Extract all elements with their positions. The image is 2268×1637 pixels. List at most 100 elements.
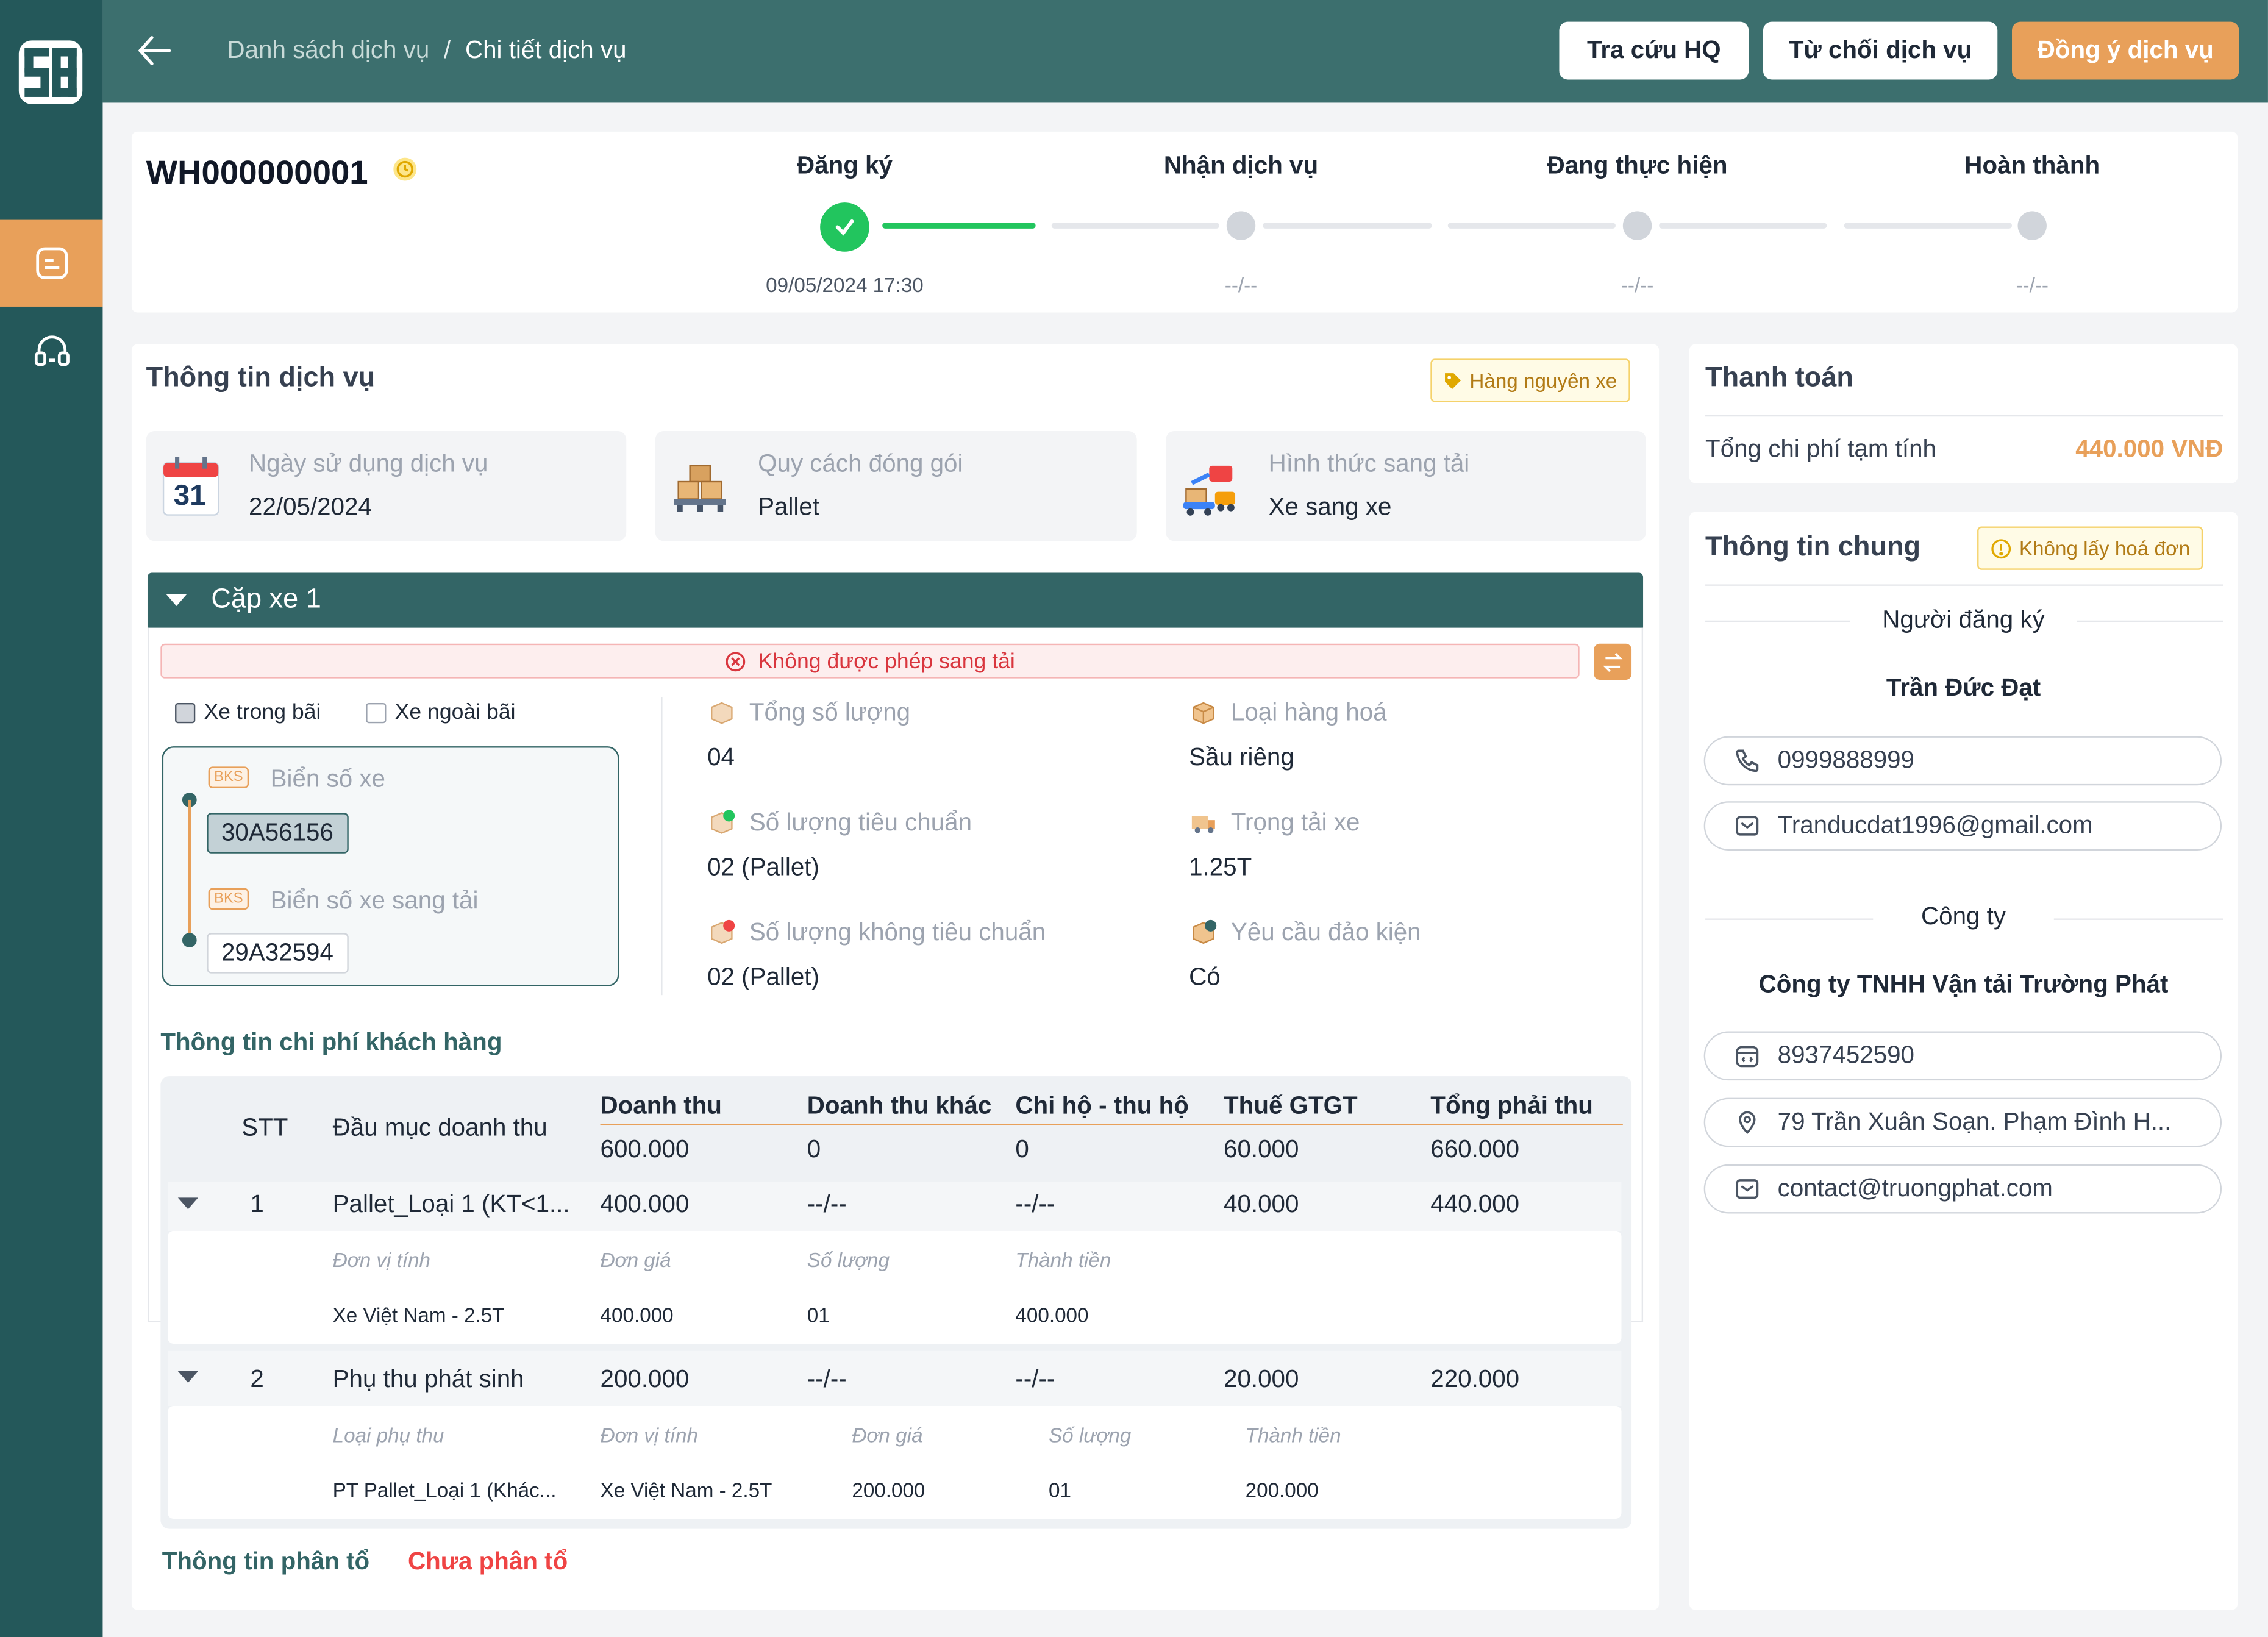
transfer-type-label: Hình thức sang tải bbox=[1268, 449, 1470, 477]
checkbox-in-yard[interactable]: Xe trong bãi bbox=[175, 700, 321, 725]
company-email[interactable]: contact@truongphat.com bbox=[1703, 1164, 2222, 1214]
repack-request-label-text: Yêu cầu đảo kiện bbox=[1230, 918, 1421, 946]
box-swap-icon bbox=[1189, 918, 1218, 947]
service-info-title: Thông tin dịch vụ bbox=[146, 363, 376, 394]
step-date-registered: 09/05/2024 17:30 bbox=[766, 273, 924, 297]
row-1-stt: 1 bbox=[250, 1190, 264, 1218]
registrant-phone[interactable]: 0999888999 bbox=[1703, 736, 2222, 786]
total-quantity-label-text: Tổng số lượng bbox=[749, 698, 911, 726]
plate-label: Biển số xe bbox=[270, 765, 385, 793]
bks-badge: BKS bbox=[208, 888, 249, 910]
packaging-label: Quy cách đóng gói bbox=[758, 449, 963, 477]
breadcrumb-parent[interactable]: Danh sách dịch vụ bbox=[227, 36, 429, 63]
swap-button[interactable] bbox=[1594, 643, 1632, 680]
registrant-phone-text: 0999888999 bbox=[1777, 746, 1914, 774]
payment-total-value: 440.000 VNĐ bbox=[2075, 435, 2223, 463]
reject-service-button[interactable]: Từ chối dịch vụ bbox=[1763, 21, 1998, 80]
col-total: Tổng phải thu bbox=[1430, 1092, 1593, 1120]
step-dot bbox=[1226, 211, 1256, 240]
checkbox-out-yard-box[interactable] bbox=[366, 702, 387, 723]
back-button[interactable] bbox=[135, 29, 175, 79]
group-status: Chưa phân tổ bbox=[408, 1547, 568, 1575]
payment-title: Thanh toán bbox=[1705, 363, 1853, 394]
sidebar-item-services[interactable] bbox=[0, 219, 103, 307]
service-date-box: 31 Ngày sử dụng dịch vụ 22/05/2024 bbox=[146, 430, 627, 541]
row-2-name: Phụ thu phát sinh bbox=[332, 1365, 524, 1393]
repack-request-label: Yêu cầu đảo kiện bbox=[1189, 918, 1421, 947]
sidebar-item-support[interactable] bbox=[0, 310, 102, 396]
box-check-icon bbox=[707, 808, 736, 837]
pallet-icon bbox=[669, 454, 730, 518]
col-collect: Chi hộ - thu hộ bbox=[1015, 1092, 1189, 1120]
app-logo[interactable] bbox=[18, 40, 83, 104]
row-1-sub-price: 400.000 bbox=[600, 1303, 674, 1327]
caret-down-icon[interactable] bbox=[177, 1371, 199, 1383]
no-invoice-tag: Không lấy hoá đơn bbox=[1977, 526, 2203, 570]
checkbox-in-yard-box[interactable] bbox=[175, 702, 196, 723]
mail-icon bbox=[1736, 1179, 1759, 1199]
truck-icon bbox=[1189, 808, 1218, 837]
step-dot bbox=[1622, 211, 1652, 240]
row-1-sub-qty-label: Số lượng bbox=[807, 1248, 890, 1272]
truck-pair-title: Cặp xe 1 bbox=[211, 584, 321, 615]
tax-code-icon bbox=[1736, 1046, 1759, 1068]
row-1-sub-amount: 400.000 bbox=[1015, 1303, 1089, 1327]
top-bar: Danh sách dịch vụ / Chi tiết dịch vụ Tra c… bbox=[102, 0, 2268, 103]
step-label-received: Nhận dịch vụ bbox=[1163, 152, 1319, 180]
registrant-name: Trần Đức Đạt bbox=[1886, 674, 2041, 702]
nonstandard-quantity-value: 02 (Pallet) bbox=[707, 963, 819, 991]
order-status-card: WH000000001 Đăng ký Nhận dịch vụ Đang th… bbox=[131, 131, 2238, 313]
step-line bbox=[1659, 223, 1827, 229]
row-1-sub-unit: Xe Việt Nam - 2.5T bbox=[332, 1303, 505, 1327]
step-dot bbox=[2017, 211, 2047, 240]
divider bbox=[661, 697, 663, 996]
service-info-card: Thông tin dịch vụ Hàng nguyên xe 31 Ngày… bbox=[131, 344, 1660, 1610]
swap-icon bbox=[1603, 652, 1623, 671]
goods-type-label: Loại hàng hoá bbox=[1189, 699, 1387, 727]
checkbox-out-yard[interactable]: Xe ngoài bãi bbox=[366, 700, 516, 725]
row-1-revenue: 400.000 bbox=[600, 1190, 690, 1218]
full-truck-tag-label: Hàng nguyên xe bbox=[1469, 368, 1617, 392]
company-address[interactable]: 79 Trần Xuân Soạn. Phạm Đình H... bbox=[1703, 1097, 2222, 1147]
checkbox-in-yard-label: Xe trong bãi bbox=[204, 700, 321, 725]
truck-pair-header[interactable]: Cặp xe 1 bbox=[147, 572, 1644, 628]
row-2-sub-amount-label: Thành tiền bbox=[1245, 1423, 1341, 1447]
plate-box: BKS Biển số xe 30A56156 BKS Biển số xe s… bbox=[162, 746, 619, 986]
row-2-sub-type-label: Loại phụ thu bbox=[332, 1423, 444, 1447]
standard-quantity-label-text: Số lượng tiêu chuẩn bbox=[749, 808, 972, 836]
step-date-received: --/-- bbox=[1224, 273, 1258, 297]
step-label-completed: Hoàn thành bbox=[1964, 152, 2100, 180]
row-2-vat: 20.000 bbox=[1224, 1365, 1299, 1393]
row-2-collect: --/-- bbox=[1015, 1365, 1055, 1393]
row-1-sub-qty: 01 bbox=[807, 1303, 830, 1327]
step-label-registered: Đăng ký bbox=[797, 152, 893, 180]
caret-down-icon[interactable] bbox=[177, 1197, 199, 1210]
registrant-email[interactable]: Tranducdat1996@gmail.com bbox=[1703, 801, 2222, 851]
headset-icon bbox=[34, 335, 69, 366]
accept-service-button[interactable]: Đồng ý dịch vụ bbox=[2012, 21, 2239, 80]
cost-table: STT Đầu mục doanh thu Doanh thu Doanh th… bbox=[160, 1076, 1632, 1529]
total-receivable: 660.000 bbox=[1430, 1135, 1520, 1163]
row-1-sub-amount-label: Thành tiền bbox=[1015, 1248, 1111, 1272]
row-2-sub-qty: 01 bbox=[1048, 1478, 1071, 1502]
info-icon bbox=[1991, 538, 2011, 558]
truck-load-label: Trọng tải xe bbox=[1189, 808, 1360, 837]
company-tax-code-text: 8937452590 bbox=[1777, 1041, 1914, 1069]
caret-down-icon bbox=[166, 594, 187, 607]
sidebar bbox=[0, 0, 103, 1637]
no-invoice-tag-label: Không lấy hoá đơn bbox=[2019, 537, 2191, 560]
checkbox-out-yard-label: Xe ngoài bãi bbox=[394, 700, 516, 725]
company-tax-code[interactable]: 8937452590 bbox=[1703, 1031, 2222, 1081]
standard-quantity-label: Số lượng tiêu chuẩn bbox=[707, 808, 972, 837]
row-2-revenue: 200.000 bbox=[600, 1365, 690, 1393]
nonstandard-quantity-label: Số lượng không tiêu chuẩn bbox=[707, 918, 1046, 947]
customs-lookup-button[interactable]: Tra cứu HQ bbox=[1559, 21, 1749, 80]
transfer-type-value: Xe sang xe bbox=[1268, 493, 1392, 521]
total-collect: 0 bbox=[1015, 1135, 1029, 1163]
col-stt: STT bbox=[241, 1113, 288, 1141]
row-2-sub-price-label: Đơn giá bbox=[852, 1423, 923, 1447]
service-date-value: 22/05/2024 bbox=[249, 493, 372, 521]
check-icon bbox=[820, 202, 869, 252]
row-1-sub-unit-label: Đơn vị tính bbox=[332, 1248, 431, 1272]
transfer-type-box: Hình thức sang tải Xe sang xe bbox=[1166, 430, 1646, 541]
